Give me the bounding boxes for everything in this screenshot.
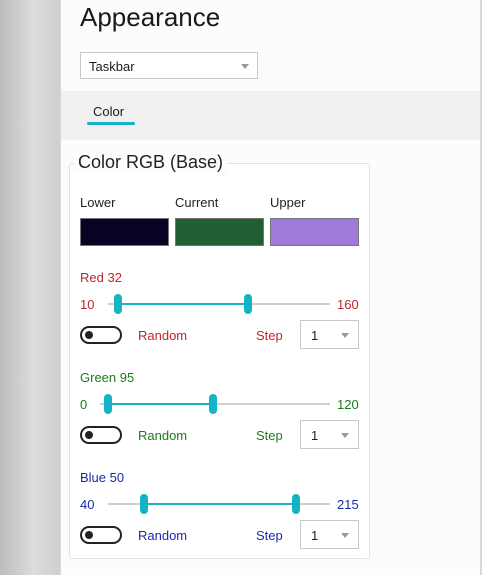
red-channel-label: Red 32	[80, 270, 122, 285]
target-dropdown[interactable]: Taskbar	[80, 52, 258, 79]
red-step-select[interactable]: 1	[300, 320, 359, 349]
blue-min-value: 40	[80, 497, 95, 512]
green-random-toggle[interactable]	[80, 426, 122, 444]
blue-random-toggle[interactable]	[80, 526, 122, 544]
blue-upper-thumb[interactable]	[292, 494, 300, 514]
blue-slider-range	[144, 503, 296, 505]
green-random-label: Random	[138, 428, 188, 443]
blue-step-label: Step	[256, 528, 283, 543]
tab-active-indicator	[87, 122, 135, 125]
toggle-knob	[85, 431, 93, 439]
group-title: Color RGB (Base)	[74, 152, 228, 173]
red-random-label: Random	[138, 328, 188, 343]
red-step-label: Step	[256, 328, 283, 343]
target-dropdown-value: Taskbar	[89, 59, 135, 74]
red-slider-range	[118, 303, 248, 305]
swatch-lower[interactable]	[80, 218, 169, 246]
swatch-label-upper: Upper	[270, 195, 306, 210]
background-window-edge	[0, 0, 60, 575]
green-step-label: Step	[256, 428, 283, 443]
chevron-down-icon	[341, 533, 349, 538]
green-lower-thumb[interactable]	[104, 394, 112, 414]
red-lower-thumb[interactable]	[114, 294, 122, 314]
chevron-down-icon	[341, 433, 349, 438]
green-slider-range	[108, 403, 213, 405]
page-title: Appearance	[80, 2, 221, 32]
tab-color[interactable]: Color	[93, 104, 124, 119]
red-step-value: 1	[311, 328, 319, 343]
swatch-label-current: Current	[175, 195, 219, 210]
green-channel-label: Green 95	[80, 370, 135, 385]
red-min-value: 10	[80, 297, 95, 312]
blue-step-value: 1	[311, 528, 319, 543]
red-upper-thumb[interactable]	[244, 294, 252, 314]
green-step-select[interactable]: 1	[300, 420, 359, 449]
blue-random-label: Random	[138, 528, 188, 543]
swatch-upper[interactable]	[270, 218, 359, 246]
toggle-knob	[85, 331, 93, 339]
swatch-label-lower: Lower	[80, 195, 116, 210]
green-min-value: 0	[80, 397, 88, 412]
blue-channel-label: Blue 50	[80, 470, 125, 485]
blue-max-value: 215	[337, 497, 359, 512]
swatch-current[interactable]	[175, 218, 264, 246]
green-step-value: 1	[311, 428, 319, 443]
red-random-toggle[interactable]	[80, 326, 122, 344]
red-max-value: 160	[337, 297, 359, 312]
chevron-down-icon	[241, 64, 249, 69]
blue-lower-thumb[interactable]	[140, 494, 148, 514]
tab-bar: Color	[61, 91, 480, 140]
chevron-down-icon	[341, 333, 349, 338]
green-max-value: 120	[337, 397, 359, 412]
green-upper-thumb[interactable]	[209, 394, 217, 414]
blue-step-select[interactable]: 1	[300, 520, 359, 549]
toggle-knob	[85, 531, 93, 539]
